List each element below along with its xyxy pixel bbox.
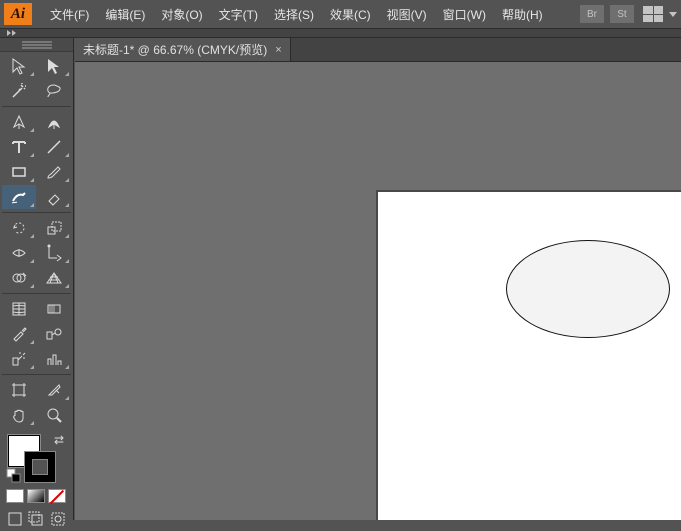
type-tool[interactable]: [2, 135, 36, 159]
rotate-tool[interactable]: [2, 216, 36, 240]
canvas[interactable]: [75, 62, 681, 520]
gradient-tool[interactable]: [37, 297, 71, 321]
shape-builder-icon: [10, 269, 28, 287]
free-transform-icon: [45, 244, 63, 262]
document-tab[interactable]: 未标题-1* @ 66.67% (CMYK/预览) ×: [75, 38, 291, 61]
paintbrush-icon: [45, 163, 63, 181]
perspective-icon: [45, 269, 63, 287]
hand-icon: [10, 406, 28, 424]
menubar: Ai 文件(F) 编辑(E) 对象(O) 文字(T) 选择(S) 效果(C) 视…: [0, 0, 681, 28]
eraser-icon: [45, 188, 63, 206]
draw-normal-icon: [6, 510, 24, 528]
hand-tool[interactable]: [2, 403, 36, 427]
color-mode-none[interactable]: [48, 489, 66, 503]
arrange-docs-caret-icon[interactable]: [669, 12, 677, 17]
color-mode-row: [0, 485, 73, 507]
rotate-icon: [10, 219, 28, 237]
arrange-docs-icon[interactable]: [643, 6, 663, 22]
line-segment-tool[interactable]: [37, 135, 71, 159]
rectangle-tool[interactable]: [2, 160, 36, 184]
control-expand-icon[interactable]: [6, 30, 16, 36]
draw-behind[interactable]: [27, 509, 45, 529]
menu-select[interactable]: 选择(S): [266, 2, 322, 27]
mesh-tool[interactable]: [2, 297, 36, 321]
stroke-swatch[interactable]: [24, 451, 56, 483]
menu-window[interactable]: 窗口(W): [435, 2, 494, 27]
scale-icon: [45, 219, 63, 237]
slice-tool[interactable]: [37, 378, 71, 402]
line-icon: [45, 138, 63, 156]
rectangle-icon: [10, 163, 28, 181]
menu-object[interactable]: 对象(O): [153, 2, 210, 27]
eyedropper-icon: [10, 325, 28, 343]
zoom-icon: [45, 406, 63, 424]
draw-behind-icon: [27, 510, 45, 528]
shaper-tool[interactable]: [2, 185, 36, 209]
shaper-icon: [10, 188, 28, 206]
ellipse-shape[interactable]: [506, 240, 670, 338]
tab-close-icon[interactable]: ×: [275, 44, 281, 56]
pen-icon: [10, 113, 28, 131]
stock-button[interactable]: St: [610, 5, 634, 23]
shape-builder-tool[interactable]: [2, 266, 36, 290]
gradient-icon: [45, 300, 63, 318]
menu-help[interactable]: 帮助(H): [494, 2, 551, 27]
direct-selection-icon: [45, 57, 63, 75]
workspace: 未标题-1* @ 66.67% (CMYK/预览) ×: [75, 38, 681, 520]
swap-fill-stroke-icon[interactable]: ⇄: [54, 433, 64, 447]
tools-panel-grip[interactable]: [0, 38, 73, 52]
draw-screen-mode-row: [0, 507, 73, 531]
menu-effect[interactable]: 效果(C): [322, 2, 379, 27]
eyedropper-tool[interactable]: [2, 322, 36, 346]
fill-stroke-swatch: ⇄: [0, 429, 73, 485]
lasso-tool[interactable]: [37, 79, 71, 103]
menu-view[interactable]: 视图(V): [379, 2, 435, 27]
draw-inside-icon: [49, 510, 67, 528]
selection-icon: [10, 57, 28, 75]
menu-file[interactable]: 文件(F): [42, 2, 97, 27]
spray-icon: [10, 350, 28, 368]
eraser-tool[interactable]: [37, 185, 71, 209]
app-logo: Ai: [4, 3, 32, 25]
control-strip: [0, 28, 681, 38]
zoom-tool[interactable]: [37, 403, 71, 427]
direct-selection-tool[interactable]: [37, 54, 71, 78]
width-tool[interactable]: [2, 241, 36, 265]
tools-panel: ⇄: [0, 38, 74, 520]
document-tabbar: 未标题-1* @ 66.67% (CMYK/预览) ×: [75, 38, 681, 62]
curvature-pen-icon: [45, 113, 63, 131]
width-icon: [10, 244, 28, 262]
document-tab-label: 未标题-1* @ 66.67% (CMYK/预览): [83, 41, 267, 58]
artboard-icon: [10, 381, 28, 399]
default-fill-stroke-icon[interactable]: [6, 468, 22, 487]
graph-icon: [45, 350, 63, 368]
menu-edit[interactable]: 编辑(E): [97, 2, 153, 27]
selection-tool[interactable]: [2, 54, 36, 78]
mesh-icon: [10, 300, 28, 318]
lasso-icon: [45, 82, 63, 100]
type-icon: [10, 138, 28, 156]
column-graph-tool[interactable]: [37, 347, 71, 371]
pen-tool[interactable]: [2, 110, 36, 134]
color-mode-solid[interactable]: [6, 489, 24, 503]
curvature-pen-tool[interactable]: [37, 110, 71, 134]
slice-icon: [45, 381, 63, 399]
menu-type[interactable]: 文字(T): [211, 2, 266, 27]
perspective-grid-tool[interactable]: [37, 266, 71, 290]
symbol-sprayer-tool[interactable]: [2, 347, 36, 371]
free-transform-tool[interactable]: [37, 241, 71, 265]
magic-wand-icon: [10, 82, 28, 100]
blend-icon: [45, 325, 63, 343]
scale-tool[interactable]: [37, 216, 71, 240]
artboard: [378, 192, 681, 520]
blend-tool[interactable]: [37, 322, 71, 346]
paintbrush-tool[interactable]: [37, 160, 71, 184]
magic-wand-tool[interactable]: [2, 79, 36, 103]
bridge-button[interactable]: Br: [580, 5, 604, 23]
draw-normal[interactable]: [6, 509, 24, 529]
color-mode-gradient[interactable]: [27, 489, 45, 503]
artboard-tool[interactable]: [2, 378, 36, 402]
draw-inside[interactable]: [49, 509, 67, 529]
